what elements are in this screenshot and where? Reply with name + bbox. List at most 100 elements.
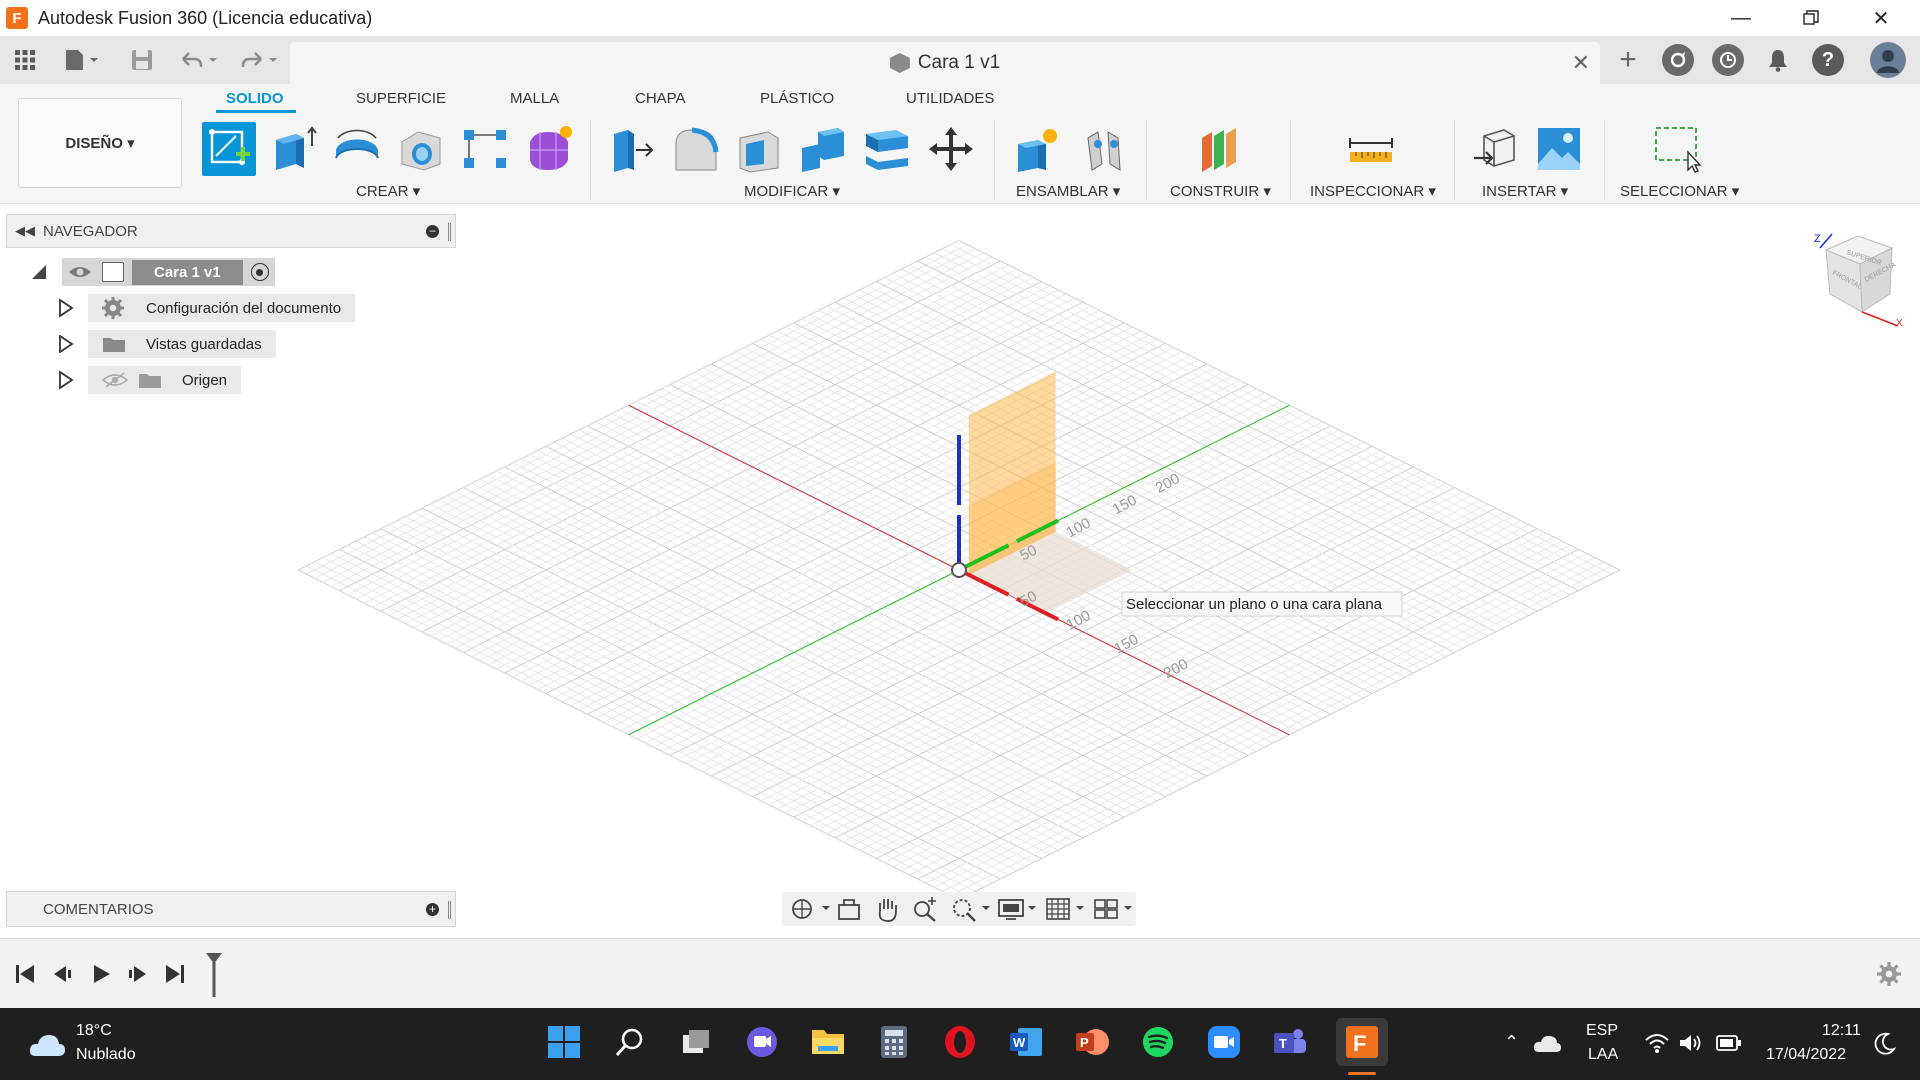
insertar-group-label[interactable]: INSERTAR ▾ bbox=[1482, 182, 1568, 200]
seleccionar-group-label[interactable]: SELECCIONAR ▾ bbox=[1620, 182, 1739, 200]
panel-grip-icon[interactable] bbox=[448, 223, 451, 241]
inspeccionar-group-label[interactable]: INSPECCIONAR ▾ bbox=[1310, 182, 1436, 200]
search-icon[interactable] bbox=[610, 1022, 650, 1062]
panel-grip-icon[interactable] bbox=[448, 901, 451, 919]
offset-plane-button[interactable] bbox=[1194, 122, 1248, 176]
file-explorer-icon[interactable] bbox=[808, 1022, 848, 1062]
help-icon[interactable]: ? bbox=[1812, 44, 1844, 76]
insert-canvas-button[interactable] bbox=[1532, 122, 1586, 176]
minimize-icon[interactable]: — bbox=[1706, 0, 1776, 36]
spotify-icon[interactable] bbox=[1138, 1022, 1178, 1062]
create-sketch-button[interactable] bbox=[202, 122, 256, 176]
browser-root-row[interactable]: Cara 1 v1 bbox=[30, 258, 275, 286]
job-status-clock-icon[interactable] bbox=[1712, 44, 1744, 76]
expand-arrow-icon[interactable] bbox=[58, 299, 74, 317]
timeline-next-icon[interactable] bbox=[126, 961, 148, 987]
browser-item-pill[interactable]: Configuración del documento bbox=[88, 294, 356, 322]
zoom-app-icon[interactable] bbox=[1204, 1022, 1244, 1062]
clock-time[interactable]: 12:11 bbox=[1822, 1022, 1861, 1040]
wifi-icon[interactable] bbox=[1644, 1032, 1670, 1054]
browser-item-origin[interactable]: Origen bbox=[58, 366, 242, 394]
zoom-icon[interactable] bbox=[910, 895, 940, 923]
fillet-button[interactable] bbox=[668, 122, 722, 176]
shell-button[interactable] bbox=[732, 122, 786, 176]
extensions-icon[interactable] bbox=[1662, 44, 1694, 76]
revolve-button[interactable] bbox=[330, 122, 384, 176]
undo-icon[interactable] bbox=[176, 44, 222, 76]
expand-arrow-icon[interactable] bbox=[58, 371, 74, 389]
viewports-icon[interactable] bbox=[1092, 895, 1136, 923]
timeline-marker[interactable] bbox=[204, 951, 224, 1004]
weather-description[interactable]: Nublado bbox=[76, 1046, 136, 1064]
show-hidden-icons-icon[interactable]: ⌃ bbox=[1504, 1032, 1519, 1053]
timeline-play-icon[interactable] bbox=[90, 961, 112, 987]
ensamblar-group-label[interactable]: ENSAMBLAR ▾ bbox=[1016, 182, 1120, 200]
extrude-button[interactable] bbox=[266, 122, 320, 176]
timeline-settings-gear-icon[interactable] bbox=[1876, 961, 1902, 992]
save-icon[interactable] bbox=[128, 44, 156, 76]
clock-date[interactable]: 17/04/2022 bbox=[1766, 1046, 1846, 1064]
press-pull-button[interactable] bbox=[604, 122, 658, 176]
offset-face-button[interactable] bbox=[860, 122, 914, 176]
tab-malla[interactable]: MALLA bbox=[510, 90, 559, 107]
input-language-layout[interactable]: LAA bbox=[1588, 1046, 1618, 1064]
workspace-switcher-button[interactable]: DISEÑO ▾ bbox=[18, 98, 182, 188]
navigator-options-icon[interactable]: – bbox=[426, 225, 439, 238]
joint-button[interactable] bbox=[1078, 122, 1132, 176]
teams-chat-icon[interactable] bbox=[742, 1022, 782, 1062]
add-comment-icon[interactable]: + bbox=[426, 903, 439, 916]
timeline-prev-icon[interactable] bbox=[52, 961, 74, 987]
tab-plastico[interactable]: PLÁSTICO bbox=[760, 90, 834, 107]
modificar-group-label[interactable]: MODIFICAR ▾ bbox=[744, 182, 840, 200]
look-at-icon[interactable] bbox=[834, 895, 864, 923]
move-copy-button[interactable] bbox=[924, 122, 978, 176]
browser-item-pill[interactable]: Vistas guardadas bbox=[88, 330, 276, 358]
create-form-button[interactable] bbox=[522, 122, 576, 176]
input-language[interactable]: ESP bbox=[1586, 1022, 1618, 1040]
pan-hand-icon[interactable] bbox=[872, 895, 902, 923]
activate-component-icon[interactable] bbox=[250, 263, 269, 281]
weather-temperature[interactable]: 18°C bbox=[76, 1022, 112, 1040]
opera-browser-icon[interactable] bbox=[940, 1022, 980, 1062]
redo-icon[interactable] bbox=[236, 44, 282, 76]
crear-group-label[interactable]: CREAR ▾ bbox=[356, 182, 420, 200]
collapse-navigator-icon[interactable]: ◀◀ bbox=[15, 223, 35, 239]
file-menu-icon[interactable] bbox=[60, 44, 104, 76]
browser-root-label[interactable]: Cara 1 v1 bbox=[132, 259, 243, 285]
expand-arrow-icon[interactable] bbox=[58, 335, 74, 353]
document-tab[interactable]: Cara 1 v1 ✕ bbox=[290, 42, 1600, 84]
browser-root-pill[interactable]: Cara 1 v1 bbox=[62, 258, 275, 286]
new-component-button[interactable] bbox=[1010, 122, 1064, 176]
measure-button[interactable] bbox=[1344, 122, 1398, 176]
hidden-eye-icon[interactable] bbox=[102, 371, 128, 389]
calculator-icon[interactable] bbox=[874, 1022, 914, 1062]
browser-item-document-settings[interactable]: Configuración del documento bbox=[58, 294, 356, 322]
viewcube[interactable]: Z SUPERIOR FRONTAL DERECHA X bbox=[1806, 228, 1906, 332]
powerpoint-icon[interactable]: P bbox=[1072, 1022, 1112, 1062]
task-view-icon[interactable] bbox=[676, 1022, 716, 1062]
user-avatar[interactable] bbox=[1870, 42, 1906, 78]
close-tab-icon[interactable]: ✕ bbox=[1572, 50, 1590, 76]
insert-derive-button[interactable] bbox=[1468, 122, 1522, 176]
windows-start-icon[interactable] bbox=[544, 1022, 584, 1062]
restore-icon[interactable] bbox=[1776, 0, 1846, 36]
weather-cloud-icon[interactable] bbox=[28, 1030, 66, 1058]
close-window-icon[interactable]: ✕ bbox=[1846, 0, 1916, 36]
focus-moon-icon[interactable] bbox=[1872, 1032, 1896, 1056]
select-window-button[interactable] bbox=[1650, 122, 1704, 176]
teams-icon[interactable]: T bbox=[1270, 1022, 1310, 1062]
data-panel-grid-icon[interactable] bbox=[10, 44, 40, 76]
tab-solido[interactable]: SOLIDO bbox=[226, 90, 284, 107]
browser-item-saved-views[interactable]: Vistas guardadas bbox=[58, 330, 276, 358]
display-settings-icon[interactable] bbox=[996, 895, 1040, 923]
timeline-last-icon[interactable] bbox=[164, 961, 186, 987]
notifications-bell-icon[interactable] bbox=[1762, 44, 1794, 76]
hole-button[interactable] bbox=[394, 122, 448, 176]
expand-triangle-icon[interactable] bbox=[30, 263, 48, 281]
fusion360-taskbar-icon[interactable]: F bbox=[1336, 1018, 1388, 1066]
pattern-button[interactable] bbox=[458, 122, 512, 176]
tab-chapa[interactable]: CHAPA bbox=[635, 90, 686, 107]
tab-utilidades[interactable]: UTILIDADES bbox=[906, 90, 994, 107]
battery-icon[interactable] bbox=[1716, 1034, 1742, 1052]
word-icon[interactable]: W bbox=[1006, 1022, 1046, 1062]
